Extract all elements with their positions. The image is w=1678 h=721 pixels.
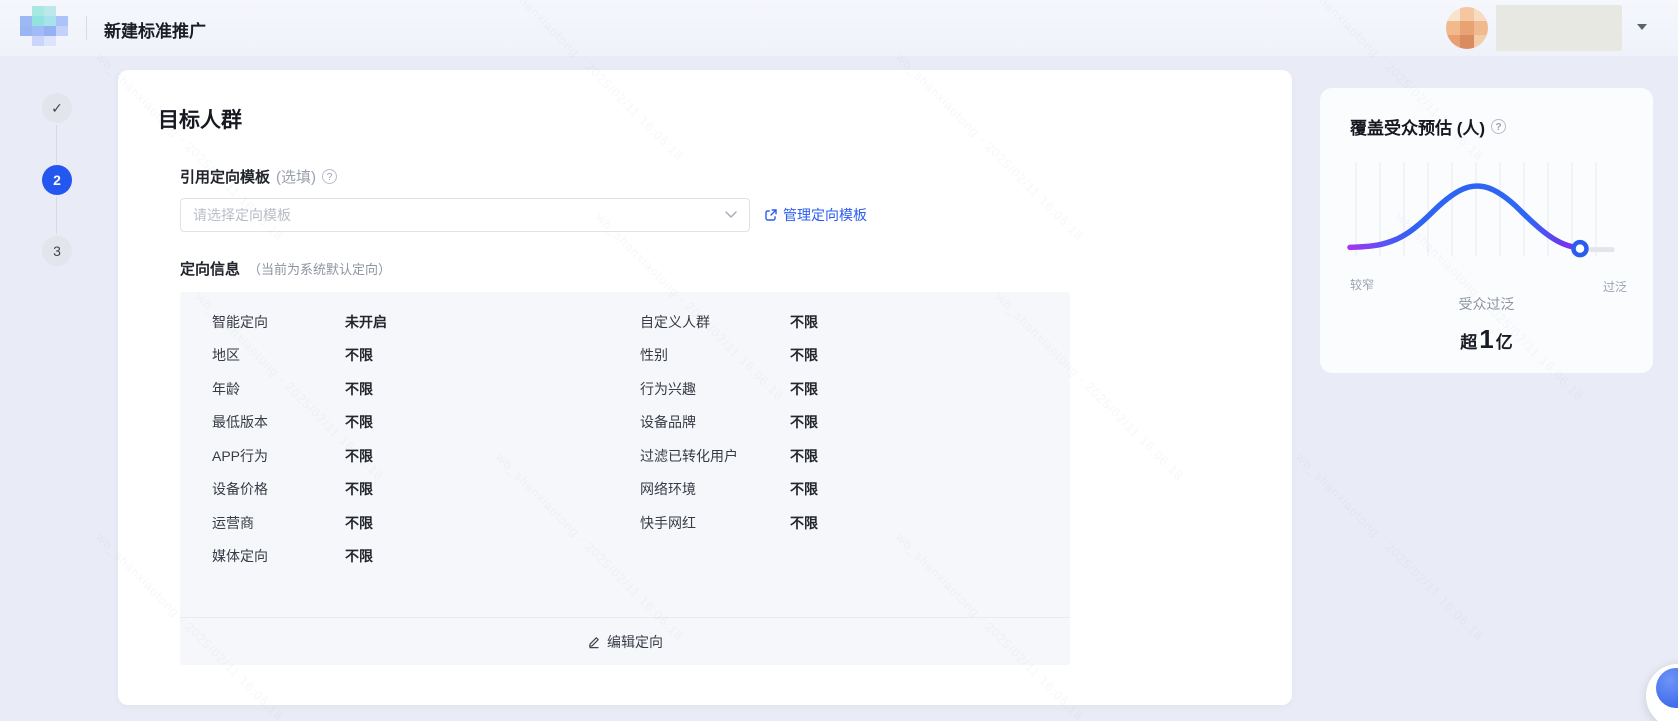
table-row: 最低版本 不限 — [212, 406, 387, 440]
row-value: 不限 — [345, 481, 373, 498]
row-value: 不限 — [790, 347, 818, 364]
table-row: 快手网红 不限 — [640, 506, 818, 540]
row-value: 不限 — [345, 347, 373, 364]
row-value: 不限 — [345, 380, 373, 397]
reach-estimate-title: 覆盖受众预估 (人) ? — [1350, 114, 1507, 139]
row-value: 不限 — [345, 514, 373, 531]
select-chevron-icon — [725, 211, 737, 218]
target-audience-card: 目标人群 引用定向模板 (选填) ? 请选择定向模板 管理定向模板 定向信息 （… — [118, 70, 1292, 705]
row-value: 不限 — [790, 514, 818, 531]
row-value: 不限 — [790, 380, 818, 397]
row-label: 行为兴趣 — [640, 380, 696, 397]
chevron-down-icon[interactable] — [1637, 24, 1647, 30]
template-label-note: (选填) — [276, 169, 317, 186]
row-label: 地区 — [212, 347, 240, 364]
targeting-info-note: （当前为系统默认定向） — [248, 262, 392, 277]
edit-targeting-button[interactable]: 编辑定向 — [180, 617, 1070, 665]
table-row: 智能定向 未开启 — [212, 305, 387, 339]
external-link-icon — [765, 209, 777, 221]
estimate-unit: 亿 — [1495, 333, 1513, 352]
targeting-info-title: 定向信息 — [180, 261, 241, 278]
table-row: 年龄 不限 — [212, 372, 387, 406]
scale-broad-label: 过泛 — [1602, 280, 1627, 294]
table-row: APP行为 不限 — [212, 439, 387, 473]
step-1-complete[interactable]: ✓ — [42, 93, 72, 123]
row-value: 不限 — [345, 414, 373, 431]
targeting-column-left: 智能定向 未开启 地区 不限 年龄 不限 最低版本 不限 APP行为 不限 设备价格 不限 … — [212, 305, 387, 573]
targeting-column-right: 自定义人群 不限 性别 不限 行为兴趣 不限 设备品牌 不限 过滤已转化用户 不限 网络环… — [640, 305, 818, 540]
watermark: wb_shanxiaotong - 2025/02/11 16:06:18 — [1293, 450, 1487, 644]
row-label: 网络环境 — [640, 481, 696, 498]
row-label: 年龄 — [212, 380, 240, 397]
table-row: 自定义人群 不限 — [640, 305, 818, 339]
row-value: 不限 — [790, 414, 818, 431]
table-row: 运营商 不限 — [212, 506, 387, 540]
targeting-summary-table: 智能定向 未开启 地区 不限 年龄 不限 最低版本 不限 APP行为 不限 设备价格 不限 … — [180, 292, 1070, 665]
row-label: 快手网红 — [640, 514, 696, 531]
row-value: 未开启 — [345, 313, 387, 330]
step-connector — [56, 197, 57, 234]
step-2-number: 2 — [53, 172, 61, 188]
table-row: 性别 不限 — [640, 339, 818, 373]
row-label: APP行为 — [212, 447, 269, 464]
estimate-prefix: 超 — [1460, 333, 1478, 352]
row-value: 不限 — [790, 447, 818, 464]
table-row: 地区 不限 — [212, 339, 387, 373]
edit-pencil-icon — [589, 636, 599, 648]
row-value: 不限 — [345, 447, 373, 464]
scale-narrow-label: 较窄 — [1350, 278, 1375, 292]
template-field-label: 引用定向模板 (选填) ? — [180, 166, 338, 187]
row-label: 设备价格 — [212, 481, 268, 498]
row-value: 不限 — [345, 548, 373, 565]
row-label: 自定义人群 — [640, 313, 710, 330]
table-row: 行为兴趣 不限 — [640, 372, 818, 406]
template-label-text: 引用定向模板 — [180, 169, 271, 186]
row-label: 最低版本 — [212, 414, 268, 431]
estimate-number: 1 — [1479, 324, 1494, 354]
manage-templates-link[interactable]: 管理定向模板 — [764, 205, 867, 225]
top-bar: 新建标准推广 — [0, 0, 1678, 56]
user-name-redacted[interactable] — [1496, 5, 1622, 51]
curve-endpoint-marker — [1571, 239, 1589, 258]
step-2-active[interactable]: 2 — [42, 165, 72, 195]
help-icon[interactable]: ? — [322, 169, 338, 184]
page: 新建标准推广 ✓ 2 3 目标人群 引用定向模板 (选填) ? 请选择定向模板 — [0, 0, 1678, 721]
row-label: 智能定向 — [212, 313, 268, 330]
page-title: 新建标准推广 — [104, 22, 206, 41]
template-select[interactable]: 请选择定向模板 — [180, 198, 750, 232]
table-row: 设备品牌 不限 — [640, 406, 818, 440]
row-label: 过滤已转化用户 — [640, 447, 738, 464]
row-value: 不限 — [790, 481, 818, 498]
step-3-number: 3 — [53, 243, 61, 259]
template-select-placeholder: 请选择定向模板 — [193, 207, 291, 223]
assistant-mascot-icon — [1656, 668, 1678, 708]
row-label: 设备品牌 — [640, 414, 696, 431]
estimate-value: 超1 亿 — [1320, 324, 1653, 355]
audience-status-label: 受众过泛 — [1458, 296, 1515, 312]
table-row: 网络环境 不限 — [640, 473, 818, 507]
check-icon: ✓ — [51, 99, 63, 116]
reach-estimate-title-text: 覆盖受众预估 (人) — [1350, 119, 1486, 138]
manage-templates-label: 管理定向模板 — [783, 207, 867, 223]
row-label: 性别 — [640, 347, 668, 364]
reach-bell-curve-chart — [1347, 162, 1615, 258]
table-row: 设备价格 不限 — [212, 473, 387, 507]
step-3[interactable]: 3 — [42, 236, 72, 266]
reach-estimate-panel: 覆盖受众预估 (人) ? 较窄 过泛 受众过泛 超1 亿 — [1320, 88, 1653, 373]
table-row: 媒体定向 不限 — [212, 540, 387, 574]
targeting-info-header: 定向信息 （当前为系统默认定向） — [180, 258, 391, 279]
row-value: 不限 — [790, 313, 818, 330]
help-icon[interactable]: ? — [1491, 119, 1507, 134]
app-logo — [20, 6, 68, 46]
row-label: 运营商 — [212, 514, 254, 531]
section-title: 目标人群 — [158, 109, 242, 132]
bell-curve-line — [1347, 183, 1583, 252]
header-divider — [86, 16, 87, 40]
step-connector — [56, 125, 57, 163]
row-label: 媒体定向 — [212, 548, 268, 565]
edit-targeting-label: 编辑定向 — [607, 633, 663, 650]
assistant-float-button[interactable] — [1646, 664, 1678, 721]
table-row: 过滤已转化用户 不限 — [640, 439, 818, 473]
user-avatar[interactable] — [1446, 7, 1488, 49]
